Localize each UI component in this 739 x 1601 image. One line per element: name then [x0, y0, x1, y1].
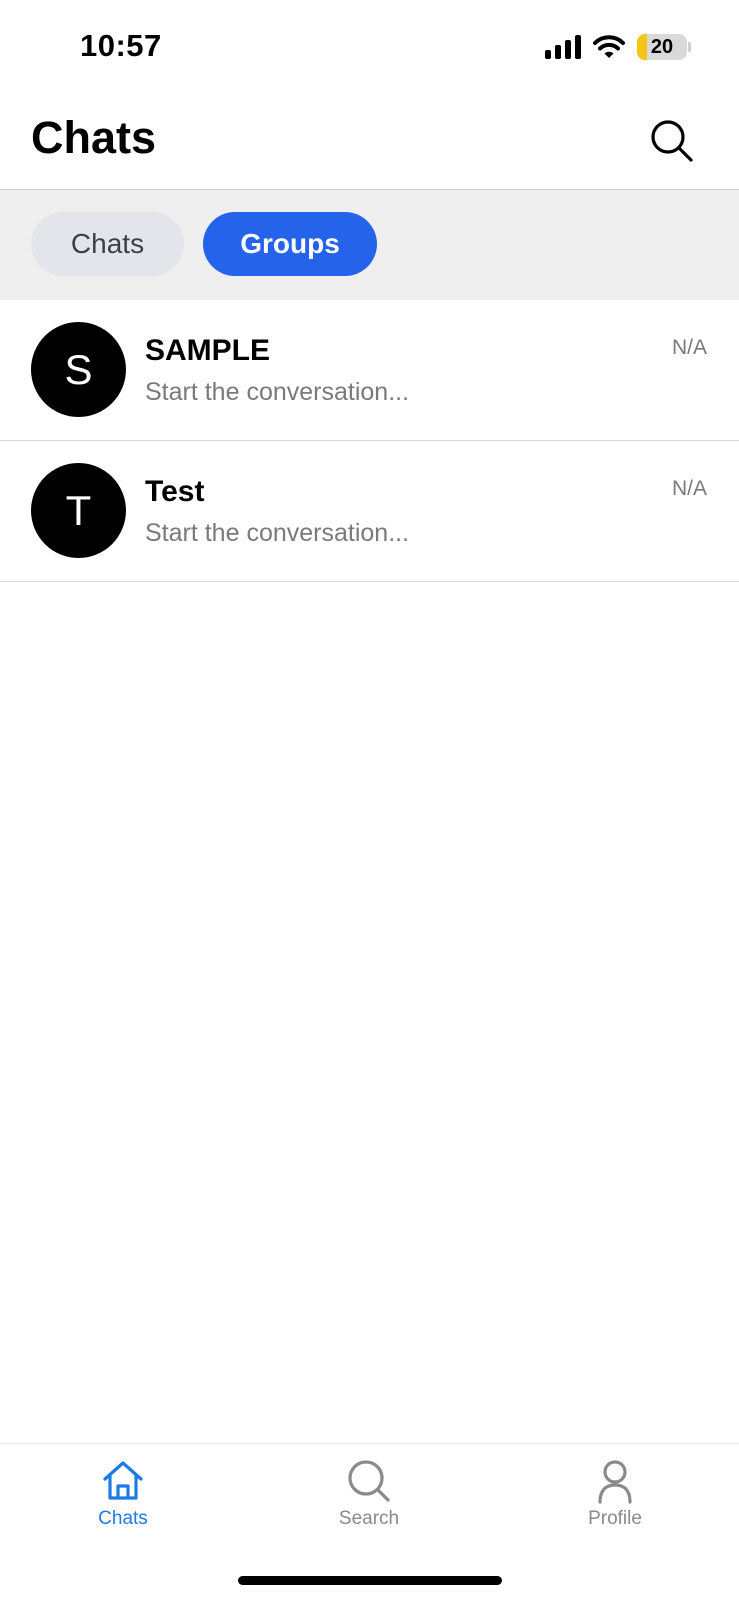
status-icons: 20	[545, 34, 691, 60]
tab-groups-segment[interactable]: Groups	[203, 212, 377, 276]
conversation-time: N/A	[671, 336, 707, 359]
tab-profile[interactable]: Profile	[545, 1458, 685, 1530]
home-indicator	[238, 1576, 502, 1585]
tab-search-label: Search	[338, 1508, 400, 1529]
conversation-time: N/A	[671, 477, 707, 500]
page-title: Chats	[31, 112, 157, 163]
person-icon	[598, 1460, 632, 1504]
cellular-signal-icon	[545, 35, 581, 59]
avatar: T	[31, 463, 126, 558]
list-item[interactable]: S SAMPLE Start the conversation... N/A	[0, 300, 739, 441]
conversation-preview: Start the conversation...	[145, 378, 410, 406]
tab-chats[interactable]: Chats	[53, 1458, 193, 1530]
list-item[interactable]: T Test Start the conversation... N/A	[0, 441, 739, 582]
segment-tabs: Chats Groups	[0, 190, 739, 300]
conversation-name: Test	[145, 475, 205, 508]
tab-chats-segment[interactable]: Chats	[31, 212, 184, 276]
wifi-icon	[593, 35, 625, 58]
battery-icon: 20	[637, 34, 691, 60]
tab-search[interactable]: Search	[299, 1458, 439, 1530]
home-icon	[103, 1461, 143, 1500]
tab-profile-label: Profile	[588, 1508, 642, 1529]
tab-chats-label: Chats	[98, 1508, 148, 1529]
battery-level: 20	[650, 35, 674, 58]
conversation-list: S SAMPLE Start the conversation... N/A T…	[0, 300, 739, 582]
status-time: 10:57	[80, 28, 162, 63]
header-search-button[interactable]	[649, 118, 695, 164]
avatar: S	[31, 322, 126, 417]
search-icon	[348, 1460, 390, 1502]
status-bar: 10:57 20	[0, 0, 739, 100]
header: Chats	[0, 100, 739, 190]
conversation-preview: Start the conversation...	[145, 519, 410, 547]
search-icon	[651, 120, 693, 162]
conversation-name: SAMPLE	[145, 334, 271, 367]
